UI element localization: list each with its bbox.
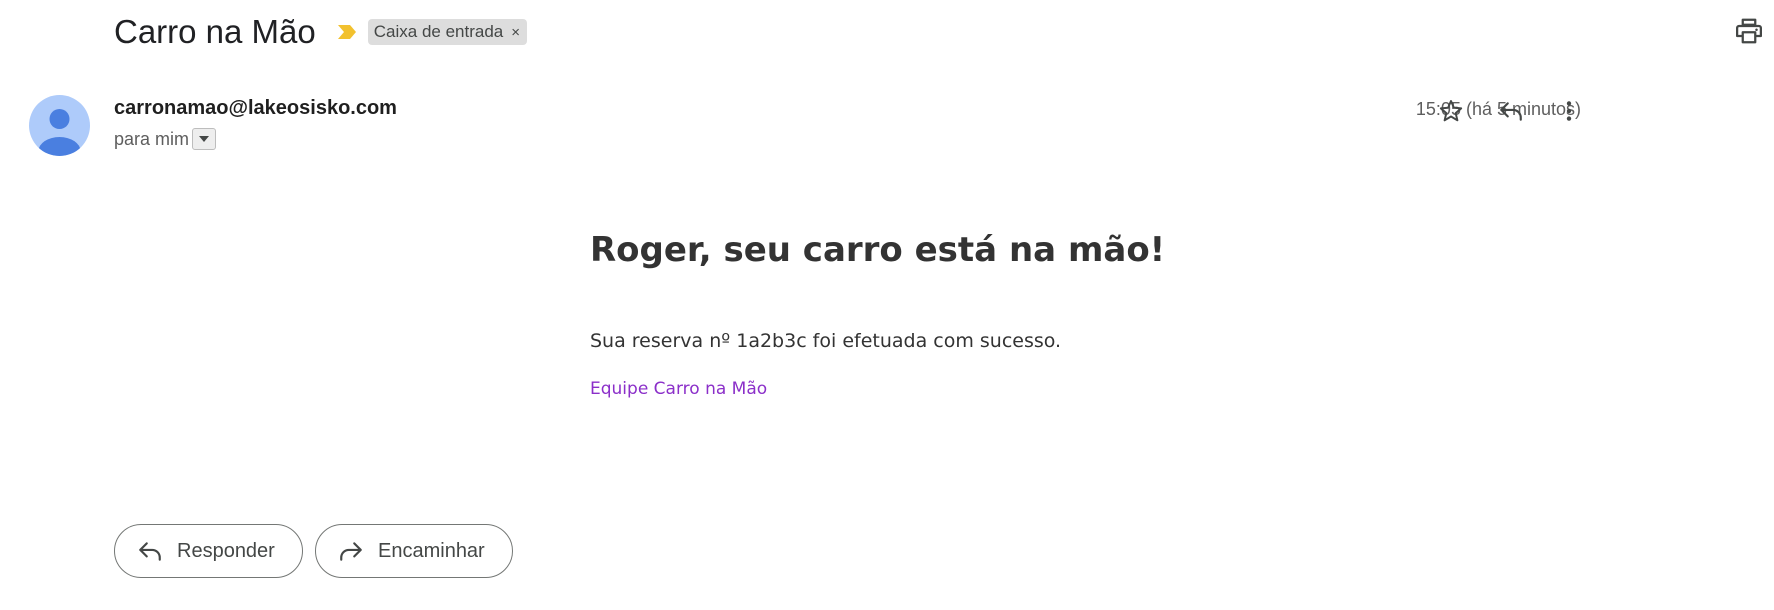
more-vert-icon <box>1566 101 1572 121</box>
signature-link[interactable]: Equipe Carro na Mão <box>590 379 1290 399</box>
star-button[interactable] <box>1436 96 1466 126</box>
recipient-row: para mim <box>114 128 217 150</box>
subject-row: Carro na Mão Caixa de entrada × <box>114 12 528 52</box>
star-icon <box>1439 100 1463 122</box>
forward-icon <box>340 542 362 561</box>
importance-marker-icon[interactable] <box>336 23 358 41</box>
email-headline: Roger, seu carro está na mão! <box>590 230 1166 270</box>
person-icon <box>38 109 81 156</box>
print-icon <box>1736 18 1762 44</box>
label-text: Caixa de entrada <box>373 22 504 41</box>
sender-avatar[interactable] <box>29 95 90 156</box>
caret-down-icon <box>199 136 210 142</box>
sender-address[interactable]: carronamao@lakeosisko.com <box>114 97 397 120</box>
email-subject: Carro na Mão <box>114 13 316 50</box>
recipient-text: para mim <box>114 128 190 149</box>
reply-header-button[interactable] <box>1496 96 1526 126</box>
inbox-label-chip: Caixa de entrada × <box>367 19 528 45</box>
print-button[interactable] <box>1734 16 1764 46</box>
reply-label: Responder <box>177 539 275 562</box>
reply-icon <box>139 542 161 561</box>
reply-icon <box>1500 102 1522 121</box>
recipient-details-toggle[interactable] <box>192 128 217 150</box>
reply-button[interactable]: Responder <box>114 524 303 578</box>
email-body: Roger, seu carro está na mão! Sua reserv… <box>590 230 1290 399</box>
remove-label-button[interactable]: × <box>511 24 520 41</box>
email-message: Sua reserva nº 1a2b3c foi efetuada com s… <box>590 330 1062 352</box>
more-options-button[interactable] <box>1554 96 1584 126</box>
forward-button[interactable]: Encaminhar <box>315 524 513 578</box>
forward-label: Encaminhar <box>378 539 485 562</box>
